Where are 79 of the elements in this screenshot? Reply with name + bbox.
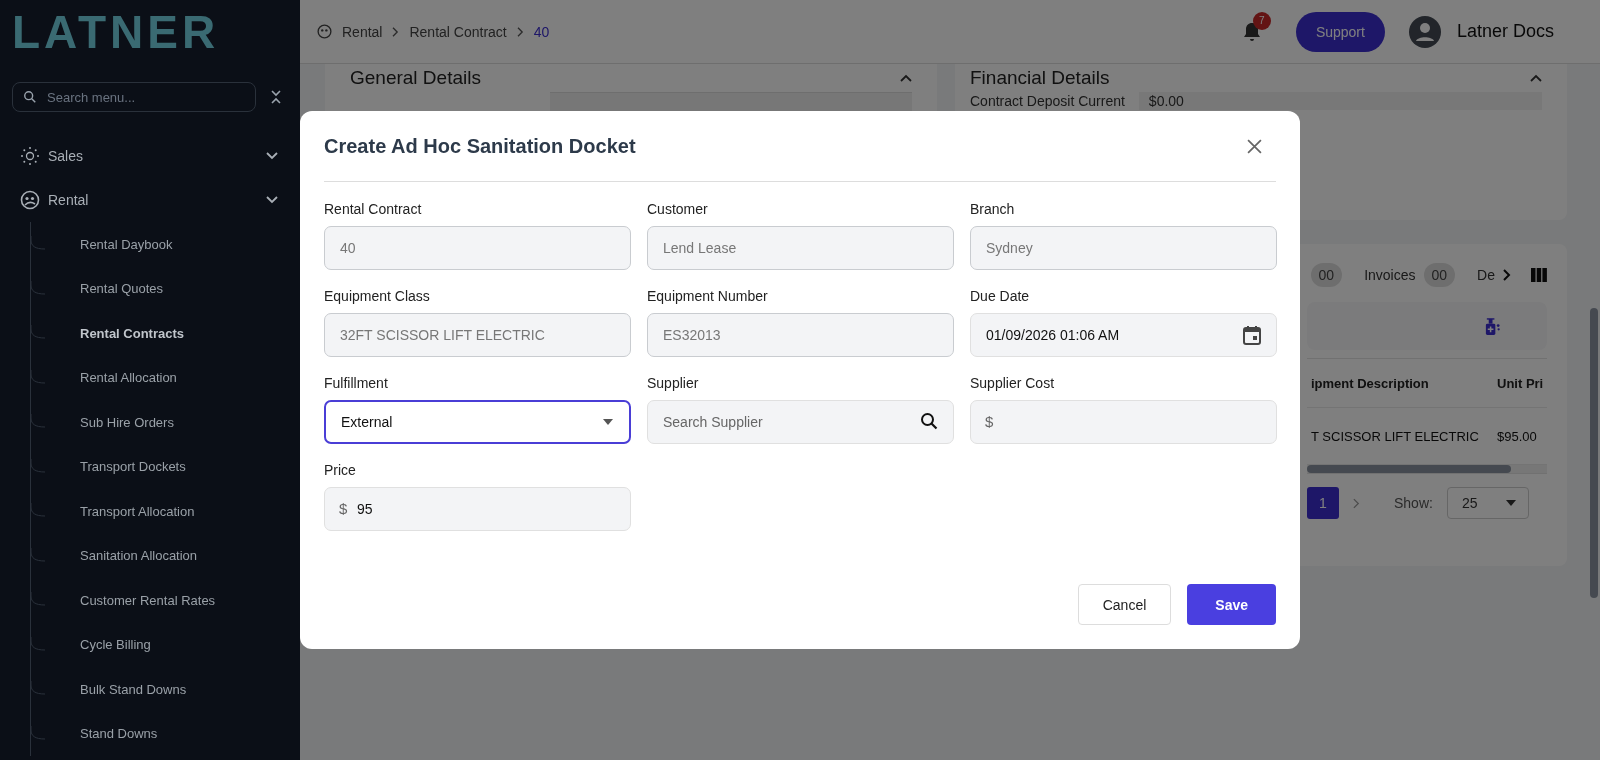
notification-badge: 7 — [1252, 11, 1271, 30]
submenu-item[interactable]: Transport Dockets — [80, 459, 186, 475]
calendar-icon[interactable] — [1243, 325, 1261, 345]
chevron-up-icon[interactable] — [1530, 74, 1542, 82]
chevron-up-icon[interactable] — [900, 74, 912, 82]
field-label: Price — [324, 462, 357, 478]
chevron-down-icon — [266, 152, 278, 160]
face-icon — [317, 24, 332, 39]
field-label: Equipment Number — [647, 288, 769, 304]
submenu-item[interactable]: Customer Rental Rates — [80, 592, 216, 608]
chevron-right-icon — [516, 26, 524, 37]
submenu-item[interactable]: Transport Allocation — [80, 503, 195, 519]
submenu-item[interactable]: Sanitation Allocation — [80, 548, 198, 564]
field-label: Branch — [970, 201, 1016, 217]
date-field[interactable]: 01/09/2026 01:06 AM — [970, 313, 1277, 357]
search-icon[interactable] — [920, 412, 938, 430]
submenu-item[interactable]: Rental Quotes — [80, 281, 164, 297]
field-label: Rental Contract — [324, 201, 423, 217]
horizontal-scrollbar[interactable] — [1307, 465, 1547, 473]
breadcrumb-link[interactable]: 40 — [533, 23, 550, 40]
menu-search-field[interactable]: Search menu... — [12, 82, 256, 112]
search-icon — [23, 90, 37, 104]
field-label: Supplier — [647, 375, 700, 391]
support-button[interactable]: Support — [1295, 11, 1385, 52]
column-header: ipment Description — [1311, 375, 1430, 391]
table-cell-text: T SCISSOR LIFT ELECTRIC — [1311, 428, 1480, 444]
dialog-title: Create Ad Hoc Sanitation Docket — [324, 134, 636, 158]
tab[interactable]: De — [1477, 267, 1495, 283]
collapse-all-icon[interactable] — [270, 89, 282, 105]
menu-item[interactable]: Sales — [20, 134, 300, 178]
input-field[interactable] — [550, 92, 912, 113]
tab[interactable]: Invoices — [1364, 267, 1416, 283]
save-button[interactable]: Save — [1187, 584, 1276, 625]
network-icon — [20, 146, 40, 166]
field-label: Contract Deposit Current — [970, 93, 1125, 109]
field-label: Fulfillment — [324, 375, 389, 391]
close-icon[interactable] — [1247, 138, 1262, 154]
count-badge: 00 — [1310, 263, 1343, 287]
currency-symbol: $ — [339, 500, 348, 517]
input-field[interactable] — [970, 400, 1277, 444]
column-header: Unit Pri — [1497, 375, 1544, 391]
submenu-item[interactable]: Rental Allocation — [80, 370, 177, 386]
card-title: General Details — [350, 67, 481, 89]
chevron-right-icon — [392, 26, 400, 37]
field-label: Customer — [647, 201, 709, 217]
submenu-item[interactable]: Rental Contracts — [80, 325, 185, 341]
breadcrumb-link[interactable]: Rental — [342, 23, 383, 40]
card-title: Financial Details — [970, 67, 1110, 89]
deposit-field: $0.00 — [1138, 92, 1542, 110]
field-label: Due Date — [970, 288, 1031, 304]
chevron-down-icon — [266, 196, 278, 204]
vertical-scrollbar[interactable] — [1590, 308, 1598, 598]
breadcrumb-link[interactable]: Rental Contract — [409, 23, 507, 40]
avatar-icon[interactable] — [1408, 15, 1441, 48]
menu-item[interactable]: Rental — [20, 178, 300, 222]
columns-icon[interactable] — [1531, 268, 1547, 282]
show-label: Show: — [1394, 495, 1433, 511]
currency-symbol: $ — [985, 413, 994, 430]
face-icon — [20, 190, 40, 210]
count-badge: 00 — [1423, 263, 1456, 287]
select-field[interactable]: External — [324, 400, 631, 444]
page-size-select[interactable]: 25 — [1446, 487, 1529, 519]
caret-icon — [1505, 500, 1516, 506]
sanitizer-icon[interactable] — [1484, 316, 1501, 336]
field-label: Supplier Cost — [970, 375, 1056, 391]
cancel-button[interactable]: Cancel — [1077, 584, 1172, 625]
submenu-item[interactable]: Cycle Billing — [80, 637, 151, 653]
user-name: Latner Docs — [1456, 21, 1554, 42]
search-field[interactable]: Search Supplier — [647, 400, 954, 444]
submenu-item[interactable]: Sub Hire Orders — [80, 414, 174, 430]
logo: LATNER — [11, 5, 220, 60]
chevron-right-icon[interactable] — [1503, 269, 1511, 281]
submenu-item[interactable]: Stand Downs — [80, 726, 158, 742]
submenu-item[interactable]: Bulk Stand Downs — [80, 681, 187, 697]
page-button[interactable]: 1 — [1307, 487, 1339, 519]
submenu-item[interactable]: Rental Daybook — [80, 236, 173, 252]
field-label: Equipment Class — [324, 288, 431, 304]
caret-icon — [603, 419, 613, 425]
table-cell: $95.00 — [1497, 428, 1537, 444]
